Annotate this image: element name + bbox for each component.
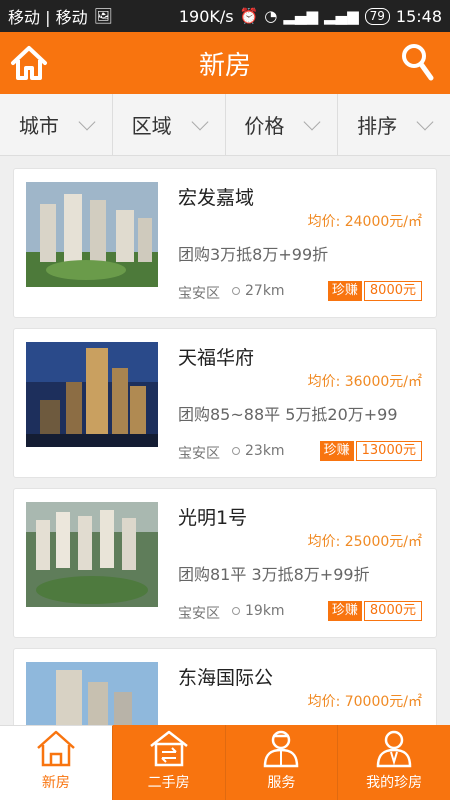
listing-price: 均价: 24000元/㎡ bbox=[307, 214, 422, 230]
listing-name: 宏发嘉域 bbox=[178, 187, 255, 209]
chevron-down-icon bbox=[78, 113, 96, 130]
user-icon bbox=[376, 730, 412, 768]
filter-label: 排序 bbox=[357, 114, 398, 138]
location-dot-icon bbox=[232, 287, 240, 295]
reward-badge: 珍赚 bbox=[319, 441, 354, 461]
listing-price: 均价: 25000元/㎡ bbox=[307, 534, 422, 550]
filter-district[interactable]: 区域 bbox=[113, 94, 226, 155]
listing-distance: 19km bbox=[232, 603, 285, 619]
search-icon[interactable] bbox=[400, 42, 434, 82]
signal-icon: ▂▄▆ bbox=[283, 7, 318, 25]
bottom-nav: 新房 二手房 服务 我的珍房 bbox=[0, 725, 450, 800]
listing-name: 东海国际公 bbox=[178, 667, 274, 689]
listing-area: 宝安区 bbox=[178, 606, 220, 622]
nav-label: 二手房 bbox=[147, 775, 190, 791]
reward-badge: 珍赚 bbox=[327, 281, 362, 301]
listing-area: 宝安区 bbox=[178, 446, 220, 462]
status-bar: 移动 | 移动 🖼 190K/s ⏰ ◔ ▂▄▆ ▂▄▆ 79 15:48 bbox=[0, 0, 450, 32]
reward-tags: 珍赚 8000元 bbox=[327, 281, 422, 301]
filter-label: 价格 bbox=[244, 114, 285, 138]
chevron-down-icon bbox=[416, 113, 434, 130]
nav-label: 服务 bbox=[267, 775, 296, 791]
listing-price: 均价: 36000元/㎡ bbox=[307, 374, 422, 390]
distance-value: 19km bbox=[245, 603, 285, 619]
signal-icon-2: ▂▄▆ bbox=[324, 7, 359, 25]
listing-description: 团购85~88平 5万抵20万+99 bbox=[178, 405, 398, 424]
listing-description: 团购3万抵8万+99折 bbox=[178, 245, 329, 264]
listing-price: 均价: 70000元/㎡ bbox=[307, 694, 422, 710]
reward-tags: 珍赚 8000元 bbox=[327, 601, 422, 621]
property-photo bbox=[26, 182, 158, 287]
nav-second-hand[interactable]: 二手房 bbox=[112, 725, 226, 800]
listing-card[interactable]: 宏发嘉域 均价: 24000元/㎡ 团购3万抵8万+99折 宝安区 27km 珍… bbox=[13, 168, 437, 318]
clock: 15:48 bbox=[395, 6, 442, 26]
reward-tags: 珍赚 13000元 bbox=[319, 441, 422, 461]
filter-label: 城市 bbox=[18, 114, 59, 138]
agent-icon bbox=[264, 730, 299, 768]
listing-card[interactable]: 东海国际公 均价: 70000元/㎡ bbox=[13, 648, 437, 725]
wifi-icon: ◔ bbox=[264, 7, 278, 25]
listing-distance: 23km bbox=[232, 443, 285, 459]
house-swap-icon bbox=[149, 730, 188, 767]
reward-badge: 珍赚 bbox=[327, 601, 362, 621]
image-notification-icon: 🖼 bbox=[93, 7, 113, 25]
reward-amount: 8000元 bbox=[363, 601, 422, 621]
distance-value: 23km bbox=[245, 443, 285, 459]
filter-sort[interactable]: 排序 bbox=[338, 94, 450, 155]
listing-name: 天福华府 bbox=[178, 347, 255, 369]
location-dot-icon bbox=[232, 607, 240, 615]
location-dot-icon bbox=[232, 447, 240, 455]
distance-value: 27km bbox=[245, 283, 285, 299]
nav-label: 我的珍房 bbox=[366, 775, 423, 791]
filter-bar: 城市 区域 价格 排序 bbox=[0, 94, 450, 156]
filter-city[interactable]: 城市 bbox=[0, 94, 113, 155]
nav-service[interactable]: 服务 bbox=[225, 725, 339, 800]
listing-area: 宝安区 bbox=[178, 286, 220, 302]
listing-card[interactable]: 光明1号 均价: 25000元/㎡ 团购81平 3万抵8万+99折 宝安区 19… bbox=[13, 488, 437, 638]
chevron-down-icon bbox=[191, 113, 209, 130]
nav-label: 新房 bbox=[41, 775, 70, 791]
listing-description: 团购81平 3万抵8万+99折 bbox=[178, 565, 370, 584]
property-photo bbox=[26, 662, 158, 725]
listing-card[interactable]: 天福华府 均价: 36000元/㎡ 团购85~88平 5万抵20万+99 宝安区… bbox=[13, 328, 437, 478]
home-icon[interactable] bbox=[10, 44, 48, 82]
alarm-icon: ⏰ bbox=[239, 7, 259, 25]
filter-label: 区域 bbox=[131, 114, 172, 138]
property-photo bbox=[26, 342, 158, 447]
app-header: 新房 bbox=[0, 32, 450, 94]
filter-price[interactable]: 价格 bbox=[226, 94, 339, 155]
page-title: 新房 bbox=[198, 50, 251, 81]
carrier-label: 移动 | 移动 bbox=[8, 8, 88, 27]
battery-indicator: 79 bbox=[364, 7, 390, 25]
listing-list: 宏发嘉域 均价: 24000元/㎡ 团购3万抵8万+99折 宝安区 27km 珍… bbox=[0, 156, 450, 725]
home-icon bbox=[37, 730, 75, 767]
listing-distance: 27km bbox=[232, 283, 285, 299]
listing-name: 光明1号 bbox=[178, 507, 248, 529]
network-speed: 190K/s bbox=[178, 6, 234, 26]
property-photo bbox=[26, 502, 158, 607]
chevron-down-icon bbox=[303, 113, 321, 130]
nav-new-homes[interactable]: 新房 bbox=[0, 725, 113, 800]
reward-amount: 8000元 bbox=[363, 281, 422, 301]
reward-amount: 13000元 bbox=[355, 441, 422, 461]
nav-my-account[interactable]: 我的珍房 bbox=[338, 725, 450, 800]
